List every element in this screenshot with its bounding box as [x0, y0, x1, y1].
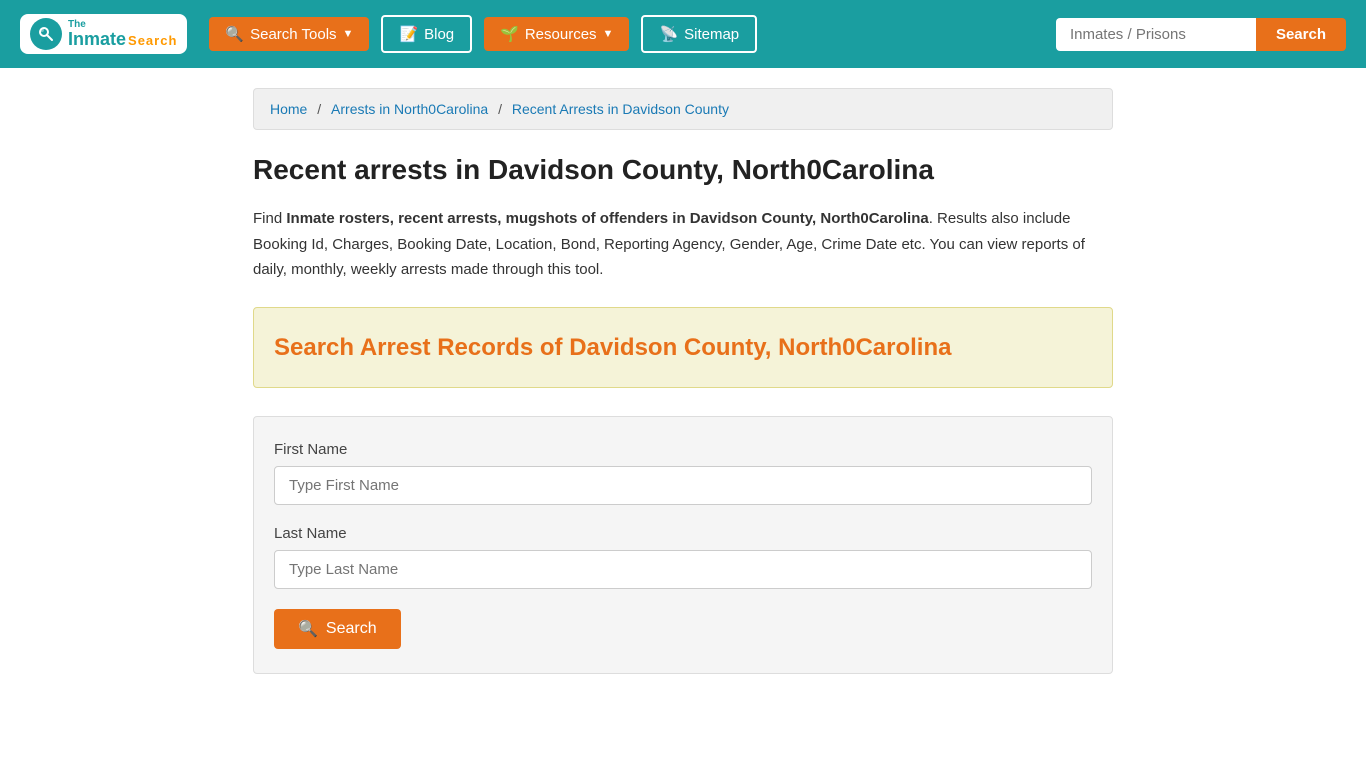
search-records-title: Search Arrest Records of Davidson County…: [274, 332, 1092, 363]
page-description: Find Inmate rosters, recent arrests, mug…: [253, 206, 1113, 283]
resources-button[interactable]: 🌱 Resources ▼: [484, 17, 629, 51]
logo-text: The Inmate Search: [68, 19, 177, 50]
breadcrumb-separator-2: /: [498, 101, 506, 117]
search-form-section: First Name Last Name 🔍 Search: [253, 416, 1113, 674]
first-name-group: First Name: [274, 441, 1092, 505]
first-name-input[interactable]: [274, 466, 1092, 505]
resources-icon: 🌱: [500, 25, 519, 43]
sitemap-button[interactable]: 📡 Sitemap: [641, 15, 757, 53]
search-tools-dropdown-arrow: ▼: [343, 28, 354, 40]
search-submit-button[interactable]: 🔍 Search: [274, 609, 401, 649]
search-records-box: Search Arrest Records of Davidson County…: [253, 307, 1113, 388]
last-name-input[interactable]: [274, 550, 1092, 589]
blog-button[interactable]: 📝 Blog: [381, 15, 472, 53]
blog-icon: 📝: [399, 25, 418, 43]
search-submit-icon: 🔍: [298, 619, 318, 639]
header-search-input[interactable]: [1056, 18, 1256, 51]
breadcrumb-home[interactable]: Home: [270, 101, 307, 117]
search-tools-icon: 🔍: [225, 25, 244, 43]
last-name-label: Last Name: [274, 525, 1092, 542]
breadcrumb-davidson[interactable]: Recent Arrests in Davidson County: [512, 101, 729, 117]
search-tools-button[interactable]: 🔍 Search Tools ▼: [209, 17, 369, 51]
first-name-label: First Name: [274, 441, 1092, 458]
main-content: Home / Arrests in North0Carolina / Recen…: [233, 68, 1133, 714]
breadcrumb-separator-1: /: [317, 101, 325, 117]
logo[interactable]: The Inmate Search: [20, 14, 187, 54]
logo-icon: [30, 18, 62, 50]
page-title: Recent arrests in Davidson County, North…: [253, 154, 1113, 186]
resources-dropdown-arrow: ▼: [603, 28, 614, 40]
last-name-group: Last Name: [274, 525, 1092, 589]
sitemap-icon: 📡: [659, 25, 678, 43]
breadcrumb-arrests-nc[interactable]: Arrests in North0Carolina: [331, 101, 488, 117]
site-header: The Inmate Search 🔍 Search Tools ▼ 📝 Blo…: [0, 0, 1366, 68]
header-search-group: Search: [1056, 18, 1346, 51]
header-search-button[interactable]: Search: [1256, 18, 1346, 51]
breadcrumb: Home / Arrests in North0Carolina / Recen…: [253, 88, 1113, 130]
